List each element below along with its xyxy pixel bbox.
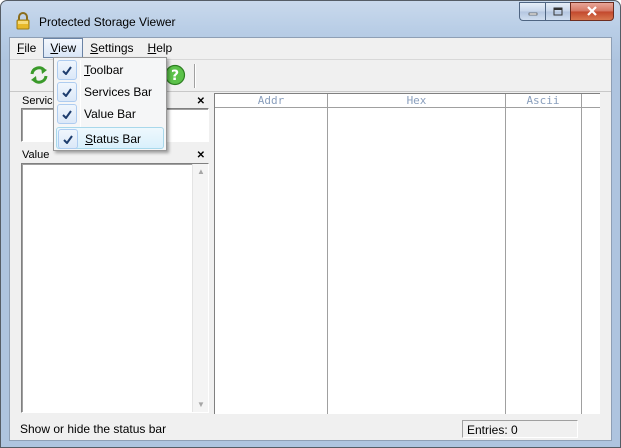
menu-settings[interactable]: Settings [83,38,140,58]
column-divider [505,94,506,414]
scroll-down-icon[interactable]: ▼ [197,400,205,409]
column-divider [581,94,582,414]
column-ascii[interactable]: Ascii [506,94,580,108]
menu-item-status-bar[interactable]: Status Bar [56,127,164,149]
column-addr[interactable]: Addr [215,94,327,108]
menu-item-toolbar[interactable]: Toolbar [56,59,164,81]
menu-help[interactable]: Help [141,38,180,58]
value-panel-title: Value [22,149,50,161]
toolbar-separator [194,64,196,88]
hex-view[interactable]: Addr Hex Ascii [214,93,600,414]
hex-header: Addr Hex Ascii [215,94,600,108]
value-text-area[interactable]: ▲ ▼ [21,163,209,413]
close-icon [586,5,598,19]
status-message: Show or hide the status bar [20,422,167,436]
value-panel-close-icon[interactable]: ✕ [197,150,205,161]
menu-item-services-bar[interactable]: Services Bar [56,81,164,103]
minimize-button[interactable] [519,2,545,21]
services-panel-close-icon[interactable]: ✕ [197,96,205,107]
value-scrollbar[interactable]: ▲ ▼ [192,164,208,412]
title-bar[interactable]: Protected Storage Viewer [1,1,620,37]
view-menu-dropdown: Toolbar Services Bar Value Bar Status Ba… [53,57,167,151]
menu-file[interactable]: File [10,38,43,58]
lock-icon [15,12,31,30]
status-entries: Entries: 0 [462,420,578,438]
scroll-up-icon[interactable]: ▲ [197,167,205,176]
services-panel-title: Servic [22,95,53,107]
maximize-button[interactable] [545,2,570,21]
minimize-icon [528,5,538,19]
refresh-button[interactable] [26,63,52,89]
help-icon: ? [164,64,186,89]
svg-text:?: ? [171,68,179,84]
column-divider [327,94,328,414]
column-hex[interactable]: Hex [328,94,505,108]
status-bar: Show or hide the status bar Entries: 0 [10,418,611,440]
menu-item-value-bar[interactable]: Value Bar [56,103,164,125]
window-title: Protected Storage Viewer [39,15,176,29]
refresh-icon [28,64,50,89]
close-button[interactable] [570,2,614,21]
menu-bar: File View Settings Help [10,38,611,58]
check-icon [57,60,77,80]
menu-view[interactable]: View [43,38,84,58]
check-icon [58,129,78,149]
check-icon [57,104,77,124]
caption-buttons [519,2,614,21]
app-window: Protected Storage Viewer File View Setti… [0,0,621,448]
check-icon [57,82,77,102]
maximize-icon [553,5,563,19]
